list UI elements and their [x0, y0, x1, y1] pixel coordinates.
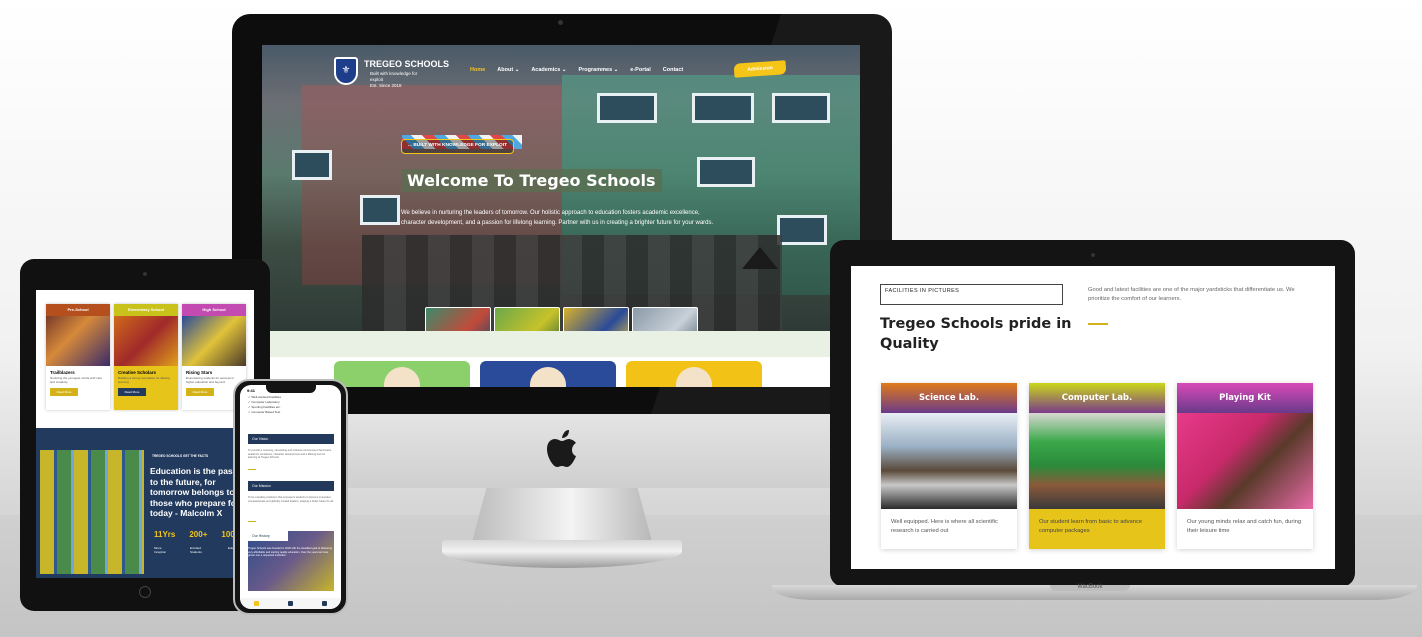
mission-text: To be a leading institution that empower…	[248, 496, 334, 503]
facts-kicker: TREGEO SCHOOLS GET THE FACTS	[152, 454, 209, 458]
facility-card-text: Our student learn from basic to advance …	[1029, 509, 1165, 549]
card-text: Empowering students for success in highe…	[186, 376, 235, 384]
facility-checklist: ✓ Well-stocked Facilities ✓ Computer Lab…	[248, 395, 281, 415]
preschool-card: Pre-School Trailblazers Nurturing the yo…	[46, 304, 110, 410]
students-collage-image	[40, 450, 144, 574]
card-header: Pre-School	[46, 304, 110, 316]
list-item: ✓ Computer Based Test	[248, 410, 281, 414]
chevron-down-icon: ⌄	[561, 67, 567, 73]
imac-stand	[472, 488, 652, 542]
read-more-button[interactable]: Read More	[118, 388, 146, 396]
nav-contact[interactable]: Contact	[663, 67, 683, 73]
program-card[interactable]	[334, 361, 470, 387]
vision-text: To provide a nurturing, stimulating and …	[248, 449, 332, 460]
macbook-camera	[1091, 253, 1095, 257]
brand-name[interactable]: TREGEO SCHOOLS	[364, 59, 449, 69]
program-card[interactable]	[626, 361, 762, 387]
stat-label: Enrolled Students	[190, 546, 202, 554]
card-image	[46, 316, 110, 366]
ipad-camera	[143, 272, 147, 276]
elementary-card: Elementary School Creative Scholars Buil…	[114, 304, 178, 410]
imac-camera	[558, 20, 563, 25]
facility-card-text: Our young minds relax and catch fun, dur…	[1187, 519, 1302, 534]
facility-card-computer[interactable]: Computer Lab. Our student learn from bas…	[1029, 383, 1165, 549]
mobile-website-screen: 9:41 ✓ Well-stocked Facilities ✓ Compute…	[240, 385, 341, 609]
card-text: Building a strong foundation for lifelon…	[118, 376, 170, 384]
program-card[interactable]	[480, 361, 616, 387]
menu-icon[interactable]	[321, 601, 327, 606]
science-lab-image	[881, 413, 1017, 509]
phone-notch	[266, 385, 316, 393]
card-title: Trailblazers	[50, 370, 75, 375]
stat-label: Since Inception	[154, 546, 167, 554]
card-text: Nurturing the youngest minds with care a…	[50, 376, 103, 384]
admission-button[interactable]: Admission	[733, 60, 787, 78]
chevron-down-icon: ⌄	[514, 67, 520, 73]
nav-menu: Home About ⌄ Academics ⌄ Programmes ⌄ e-…	[470, 67, 683, 73]
card-image	[114, 316, 178, 366]
card-header: High School	[182, 304, 246, 316]
facilities-description: Good and latest facilities are one of th…	[1088, 287, 1295, 302]
nav-programmes[interactable]: Programmes ⌄	[579, 67, 619, 73]
crest-shield-icon[interactable]: ⚜	[334, 57, 358, 85]
stat-value: 200+	[189, 530, 208, 539]
vision-heading: Our Vision	[248, 434, 334, 444]
section-band	[262, 331, 860, 357]
divider	[248, 469, 256, 470]
brand-tagline: Built with knowledge for exploit Est. Sin…	[370, 71, 418, 88]
facility-card-header: Computer Lab.	[1029, 383, 1165, 413]
facts-stats: 11Yrs 200+ 100	[154, 530, 235, 539]
divider	[248, 521, 256, 522]
card-title: Creative Scholars	[118, 370, 157, 375]
card-header: Elementary School	[114, 304, 178, 316]
home-icon[interactable]	[287, 601, 293, 606]
facility-card-header: Playing Kit	[1177, 383, 1313, 413]
nav-eportal[interactable]: e-Portal	[630, 67, 650, 73]
card-image	[182, 316, 246, 366]
star-icon[interactable]	[254, 601, 260, 606]
chevron-down-icon: ⌄	[613, 67, 619, 73]
mobile-bottom-bar	[240, 598, 341, 609]
hero-section: ⚜ TREGEO SCHOOLS Built with knowledge fo…	[262, 45, 860, 349]
top-navbar: ⚜ TREGEO SCHOOLS Built with knowledge fo…	[262, 45, 860, 97]
hero-text: We believe in nurturing the leaders of t…	[401, 210, 714, 226]
card-title: Rising Stars	[186, 370, 213, 375]
laptop-website-screen: FACILITIES IN PICTURES Tregeo Schools pr…	[851, 266, 1335, 569]
facility-card-science[interactable]: Science Lab. Well equipped. Here is wher…	[881, 383, 1017, 549]
hero-kicker-pill: ... BUILT WITH KNOWLEDGE FOR EXPLOIT	[401, 139, 515, 154]
hero-title: Welcome To Tregeo Schools	[401, 169, 662, 192]
playing-kit-image	[1177, 413, 1313, 509]
facility-card-header: Science Lab.	[881, 383, 1017, 413]
status-time: 9:41	[247, 388, 256, 393]
read-more-button[interactable]: Read More	[186, 388, 214, 396]
tablet-website-screen: Pre-School Trailblazers Nurturing the yo…	[36, 290, 254, 578]
read-more-button[interactable]: Read More	[50, 388, 78, 396]
ipad-home-button	[139, 586, 151, 598]
facts-stat-labels: Since Inception Enrolled Students Educ..…	[154, 546, 237, 554]
nav-academics[interactable]: Academics ⌄	[531, 67, 566, 73]
accent-divider	[1088, 323, 1108, 325]
facility-card-playing[interactable]: Playing Kit Our young minds relax and ca…	[1177, 383, 1313, 549]
computer-lab-image	[1029, 413, 1165, 509]
facilities-kicker: FACILITIES IN PICTURES	[880, 284, 1063, 305]
apple-logo-icon	[547, 430, 576, 467]
mission-heading: Our Mission	[248, 481, 334, 491]
desktop-website-screen: ⚜ TREGEO SCHOOLS Built with knowledge fo…	[262, 45, 860, 387]
nav-home[interactable]: Home	[470, 67, 485, 73]
facts-section: TREGEO SCHOOLS GET THE FACTS Education i…	[36, 428, 254, 578]
facilities-title: Tregeo Schools pride in Quality	[880, 316, 1072, 352]
facility-card-text: Well equipped. Here is where all scienti…	[891, 519, 998, 534]
macbook-label: MacBook	[1077, 584, 1103, 590]
history-text: Tregeo Schools was founded in 2018 with …	[248, 547, 332, 558]
program-cards-preview	[334, 361, 762, 387]
nav-about[interactable]: About ⌄	[497, 67, 519, 73]
stat-value: 11Yrs	[154, 530, 176, 539]
history-heading: Our History	[248, 531, 288, 541]
